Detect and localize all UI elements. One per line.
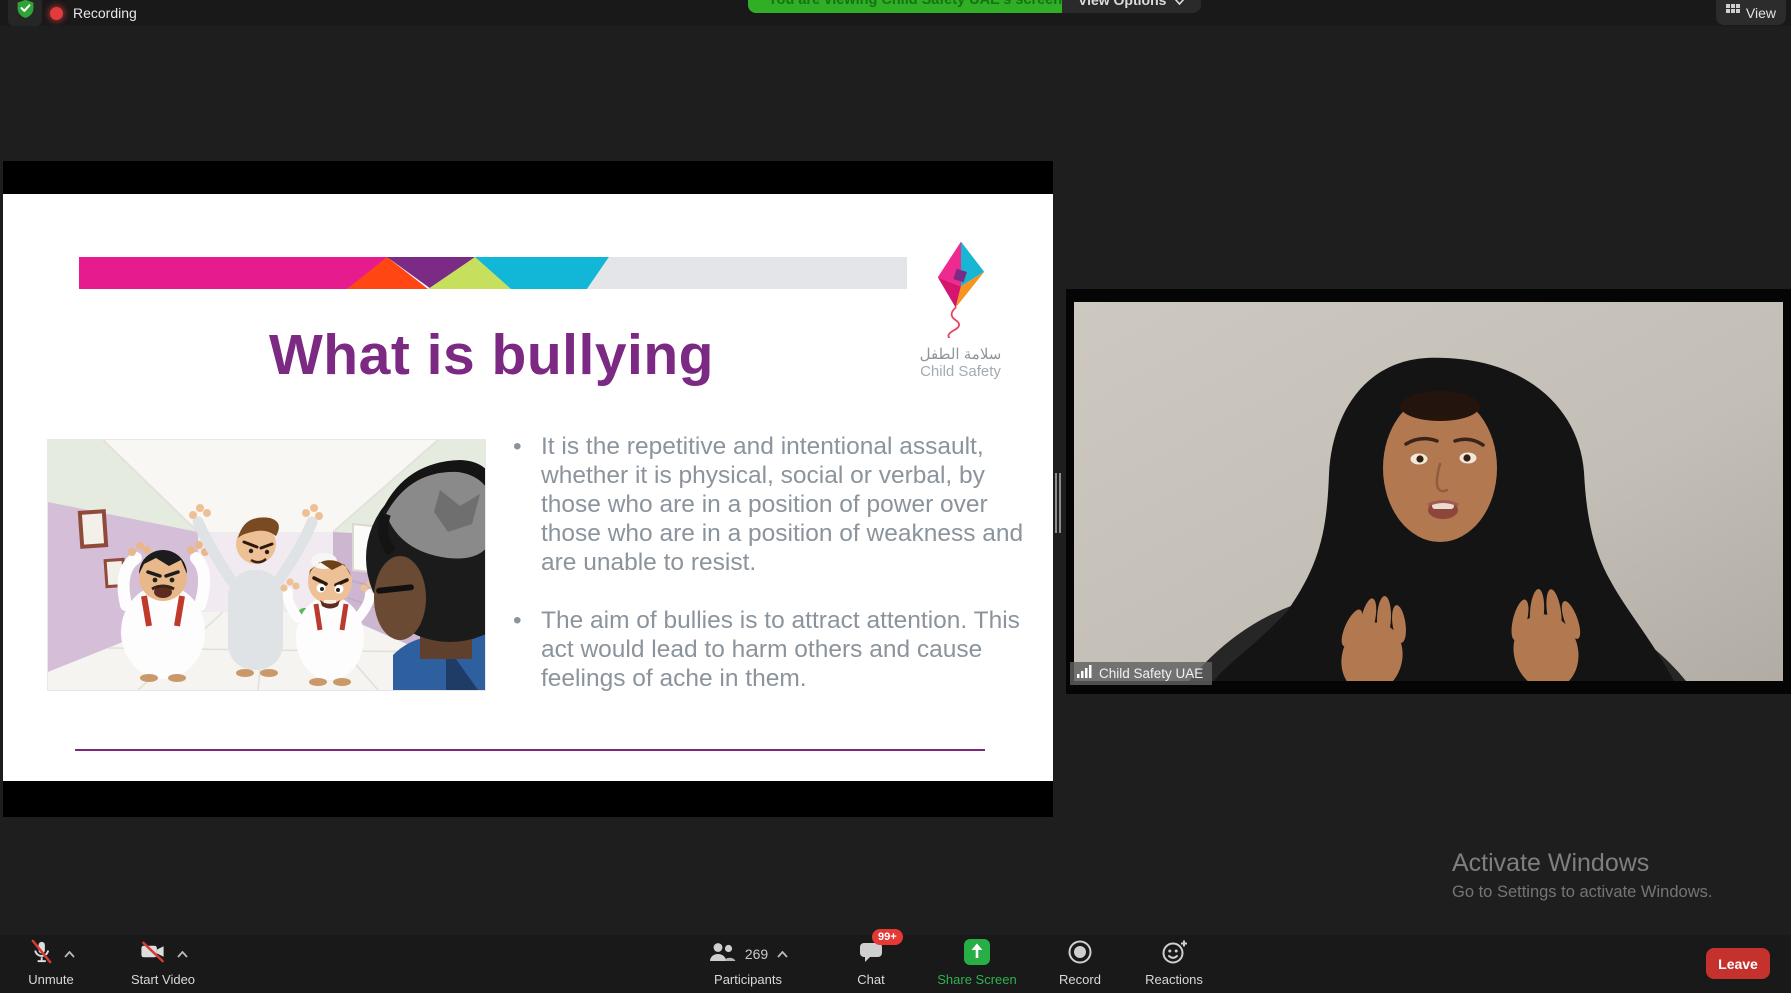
chat-label: Chat <box>857 972 884 987</box>
activate-windows-title: Activate Windows <box>1452 849 1649 878</box>
slide-bullet-2: The aim of bullies is to attract attenti… <box>511 606 1031 693</box>
participants-count: 269 <box>745 946 768 962</box>
start-video-label: Start Video <box>131 972 195 987</box>
participants-label: Participants <box>714 972 782 987</box>
view-button[interactable]: View <box>1716 0 1786 25</box>
chevron-down-icon <box>1174 0 1185 8</box>
viewing-banner-clip: You are viewing Child Safety UAE's scree… <box>748 0 1082 13</box>
view-options-label: View Options <box>1078 0 1166 8</box>
slide-title: What is bullying <box>269 322 714 388</box>
viewing-banner-text: You are viewing Child Safety UAE's scree… <box>768 0 1062 8</box>
activate-windows-subtitle: Go to Settings to activate Windows. <box>1452 883 1712 902</box>
grid-view-icon <box>1726 4 1740 21</box>
shield-icon <box>16 0 35 23</box>
shared-screen-stage: سلامة الطفل Child Safety What is bullyin… <box>3 161 1053 817</box>
record-button[interactable]: Record <box>1040 941 1120 987</box>
kite-logo-icon <box>925 325 997 342</box>
meeting-toolbar: Unmute Start Video <box>0 935 1791 993</box>
participants-options-chevron[interactable] <box>777 945 788 963</box>
view-options-clip: View Options <box>1062 0 1201 13</box>
unmute-button[interactable]: Unmute <box>10 941 92 987</box>
start-video-button[interactable]: Start Video <box>108 941 218 987</box>
record-icon <box>1067 939 1093 970</box>
signal-strength-icon <box>1077 665 1092 683</box>
share-screen-icon <box>964 939 990 970</box>
record-label: Record <box>1059 972 1101 987</box>
slide-bullet-list: It is the repetitive and intentional ass… <box>511 432 1031 722</box>
camera-off-icon <box>138 938 168 970</box>
bullying-cartoon-image <box>48 440 485 690</box>
participants-button[interactable]: 269 Participants <box>688 941 808 987</box>
unmute-options-chevron[interactable] <box>64 945 75 963</box>
video-options-chevron[interactable] <box>177 945 188 963</box>
logo-arabic-text: سلامة الطفل <box>903 345 1018 363</box>
participant-name-label: Child Safety UAE <box>1070 662 1212 685</box>
slide-decorative-bar <box>79 257 907 289</box>
microphone-muted-icon <box>28 938 55 970</box>
share-screen-label: Share Screen <box>937 972 1017 987</box>
meeting-top-bar: Recording You are viewing Child Safety U… <box>0 0 1791 26</box>
child-safety-logo: سلامة الطفل Child Safety <box>903 238 1018 380</box>
presentation-slide: سلامة الطفل Child Safety What is bullyin… <box>3 194 1053 781</box>
view-options-button[interactable]: View Options <box>1062 0 1201 13</box>
reactions-smiley-icon <box>1161 939 1188 970</box>
view-button-label: View <box>1746 5 1776 21</box>
slide-divider-line <box>75 749 985 751</box>
speaker-video-feed <box>1074 302 1783 681</box>
recording-label: Recording <box>73 5 137 21</box>
chat-bubble-icon <box>858 951 884 968</box>
zoom-meeting-window: Recording You are viewing Child Safety U… <box>0 0 1791 993</box>
leave-button[interactable]: Leave <box>1706 948 1770 979</box>
slide-bullet-1: It is the repetitive and intentional ass… <box>511 432 1031 577</box>
participants-icon <box>708 940 736 969</box>
participant-name-text: Child Safety UAE <box>1099 666 1203 681</box>
recording-dot-icon <box>50 7 63 20</box>
reactions-label: Reactions <box>1145 972 1203 987</box>
reactions-button[interactable]: Reactions <box>1129 941 1219 987</box>
unmute-label: Unmute <box>28 972 74 987</box>
security-shield-button[interactable] <box>8 0 42 26</box>
chat-unread-badge: 99+ <box>872 929 903 945</box>
recording-indicator: Recording <box>50 0 137 26</box>
panel-resize-handle[interactable] <box>1054 473 1062 533</box>
speaker-video-tile: Child Safety UAE <box>1066 289 1791 694</box>
logo-english-text: Child Safety <box>903 363 1018 380</box>
chat-button[interactable]: 99+ Chat <box>831 941 911 987</box>
share-screen-button[interactable]: Share Screen <box>917 941 1037 987</box>
viewing-screen-banner: You are viewing Child Safety UAE's scree… <box>748 0 1082 13</box>
